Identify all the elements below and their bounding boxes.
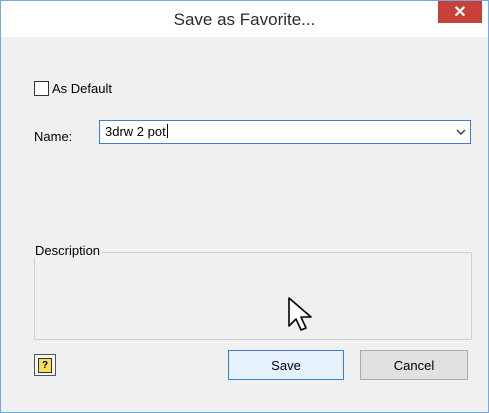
- help-button[interactable]: ?: [34, 354, 56, 376]
- chevron-down-icon[interactable]: [452, 121, 470, 143]
- cancel-button[interactable]: Cancel: [360, 350, 468, 380]
- dialog-content: As Default Name: 3drw 2 pot Description …: [1, 37, 488, 412]
- save-button[interactable]: Save: [228, 350, 344, 380]
- name-input[interactable]: 3drw 2 pot: [105, 124, 168, 139]
- as-default-checkbox[interactable]: [34, 80, 49, 96]
- mouse-cursor-icon: [288, 297, 312, 331]
- as-default-label: As Default: [52, 80, 112, 96]
- name-value-text: 3drw 2 pot: [105, 124, 166, 139]
- close-button[interactable]: ✕: [438, 1, 482, 23]
- dialog-title: Save as Favorite...: [173, 10, 316, 29]
- close-icon: ✕: [453, 4, 467, 21]
- help-icon: ?: [38, 357, 52, 373]
- text-caret: [166, 124, 168, 138]
- name-label: Name:: [34, 129, 73, 144]
- description-group[interactable]: Description: [33, 243, 472, 340]
- title-bar: Save as Favorite... ✕: [1, 1, 488, 37]
- save-as-favorite-dialog: Save as Favorite... ✕ As Default Name: 3…: [0, 0, 489, 413]
- description-legend: Description: [33, 243, 103, 258]
- name-combobox[interactable]: 3drw 2 pot: [99, 120, 471, 144]
- as-default-checkbox-row[interactable]: As Default: [34, 79, 112, 97]
